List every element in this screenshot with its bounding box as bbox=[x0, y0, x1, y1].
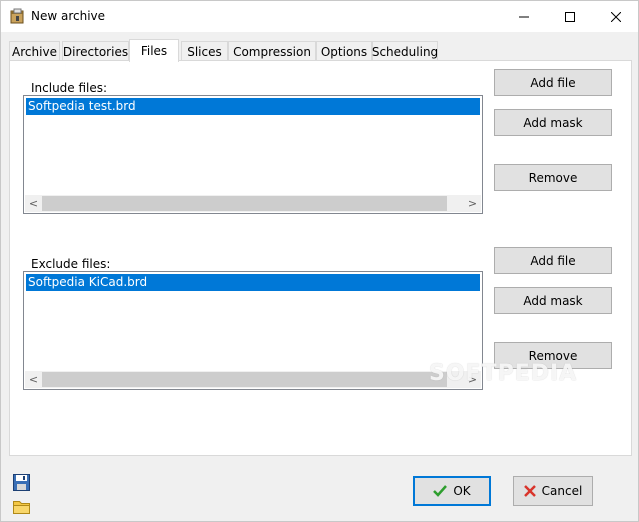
scroll-left-arrow-icon[interactable]: < bbox=[25, 371, 42, 388]
cancel-label: Cancel bbox=[541, 484, 583, 498]
include-add-mask-button[interactable]: Add mask bbox=[494, 109, 612, 136]
list-item[interactable]: Softpedia KiCad.brd bbox=[25, 273, 481, 292]
folder-icon[interactable] bbox=[12, 497, 31, 516]
new-archive-window: New archive Archive Directories Files Sl… bbox=[0, 0, 639, 522]
include-add-file-button[interactable]: Add file bbox=[494, 69, 612, 96]
scroll-left-arrow-icon[interactable]: < bbox=[25, 195, 42, 212]
check-icon bbox=[433, 485, 448, 497]
tab-slices[interactable]: Slices bbox=[181, 41, 228, 61]
archive-app-icon bbox=[10, 8, 24, 24]
tab-options[interactable]: Options bbox=[316, 41, 372, 61]
cancel-x-icon bbox=[523, 485, 536, 497]
files-tab-panel: Include files: Softpedia test.brd < > Ad… bbox=[9, 60, 632, 456]
scrollbar-thumb[interactable] bbox=[42, 372, 447, 387]
tab-directories[interactable]: Directories bbox=[62, 41, 129, 61]
minimize-icon bbox=[519, 16, 529, 17]
exclude-add-file-button[interactable]: Add file bbox=[494, 247, 612, 274]
include-remove-button[interactable]: Remove bbox=[494, 164, 612, 191]
exclude-horizontal-scrollbar[interactable]: < > bbox=[25, 371, 481, 388]
tab-strip: Archive Directories Files Slices Compres… bbox=[9, 39, 635, 62]
tab-scheduling[interactable]: Scheduling bbox=[372, 41, 438, 61]
scrollbar-thumb[interactable] bbox=[42, 196, 447, 211]
close-icon bbox=[611, 11, 621, 22]
include-files-label: Include files: bbox=[31, 81, 108, 95]
include-files-list[interactable]: Softpedia test.brd < > bbox=[23, 95, 483, 214]
include-horizontal-scrollbar[interactable]: < > bbox=[25, 195, 481, 212]
window-title: New archive bbox=[31, 9, 106, 23]
maximize-button[interactable] bbox=[547, 1, 593, 32]
exclude-files-label: Exclude files: bbox=[31, 257, 111, 271]
list-item[interactable]: Softpedia test.brd bbox=[25, 97, 481, 116]
tab-compression[interactable]: Compression bbox=[228, 41, 316, 61]
ok-label: OK bbox=[453, 484, 471, 498]
ok-button[interactable]: OK bbox=[413, 476, 491, 506]
title-bar: New archive bbox=[1, 1, 638, 32]
exclude-files-list[interactable]: Softpedia KiCad.brd < > bbox=[23, 271, 483, 390]
softpedia-watermark: SOFTPEDIA bbox=[429, 361, 578, 386]
minimize-button[interactable] bbox=[501, 1, 547, 32]
cancel-button[interactable]: Cancel bbox=[513, 476, 593, 506]
maximize-icon bbox=[565, 11, 575, 22]
close-button[interactable] bbox=[593, 1, 639, 32]
scroll-right-arrow-icon[interactable]: > bbox=[464, 195, 481, 212]
save-icon[interactable] bbox=[12, 473, 31, 492]
tab-archive[interactable]: Archive bbox=[9, 41, 60, 61]
exclude-add-mask-button[interactable]: Add mask bbox=[494, 287, 612, 314]
tab-files[interactable]: Files bbox=[129, 39, 179, 62]
